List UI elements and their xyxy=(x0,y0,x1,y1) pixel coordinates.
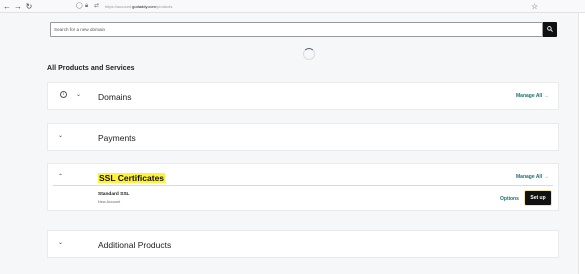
bookmark-star-icon[interactable]: ☆ xyxy=(531,1,538,12)
payments-title[interactable]: Payments xyxy=(98,133,136,143)
chevron-down-icon[interactable]: ⌄ xyxy=(76,91,81,99)
info-icon[interactable]: i xyxy=(60,91,67,98)
ssl-card: ⌃ SSL Certificates Manage All → Standard… xyxy=(47,163,559,211)
search-icon xyxy=(547,26,553,32)
domains-card: i ⌄ Domains Manage All → xyxy=(47,82,559,110)
product-name: Standard SSL xyxy=(98,192,130,197)
loading-spinner xyxy=(303,48,315,60)
reload-icon[interactable]: ↻ xyxy=(24,1,34,12)
options-link[interactable]: Options xyxy=(500,196,519,202)
divider xyxy=(53,185,553,186)
address-bar[interactable]: https://account.godaddy.com/products xyxy=(105,2,172,11)
chevron-down-icon[interactable]: ⌄ xyxy=(58,132,63,140)
payments-card: ⌄ Payments xyxy=(47,123,559,151)
shield-icon: ◯ xyxy=(76,3,83,9)
ssl-title[interactable]: SSL Certificates xyxy=(98,173,166,183)
domains-title[interactable]: Domains xyxy=(98,92,132,102)
lock-icon: 🔒︎ xyxy=(85,3,89,9)
chevron-down-icon[interactable]: ⌄ xyxy=(58,239,63,247)
set-up-button[interactable]: Set up xyxy=(525,191,551,205)
additional-products-title[interactable]: Additional Products xyxy=(98,240,171,250)
chevron-up-icon[interactable]: ⌃ xyxy=(58,173,63,181)
back-icon[interactable]: ← xyxy=(2,1,12,12)
forward-icon[interactable]: → xyxy=(13,1,23,12)
manage-all-domains-link[interactable]: Manage All → xyxy=(516,93,549,99)
section-title: All Products and Services xyxy=(47,65,135,72)
product-status: New Account xyxy=(98,200,121,204)
domain-search-box xyxy=(50,22,543,37)
domain-search-input[interactable] xyxy=(51,23,542,36)
additional-products-card: ⌄ Additional Products xyxy=(47,230,559,258)
permissions-icon: ⇄ xyxy=(94,3,100,9)
manage-all-ssl-link[interactable]: Manage All → xyxy=(516,174,549,180)
scrollbar[interactable] xyxy=(578,13,585,274)
search-button[interactable] xyxy=(543,22,557,37)
browser-toolbar: ← → ↻ ◯ 🔒︎ ⇄ https://account.godaddy.com… xyxy=(0,0,585,13)
